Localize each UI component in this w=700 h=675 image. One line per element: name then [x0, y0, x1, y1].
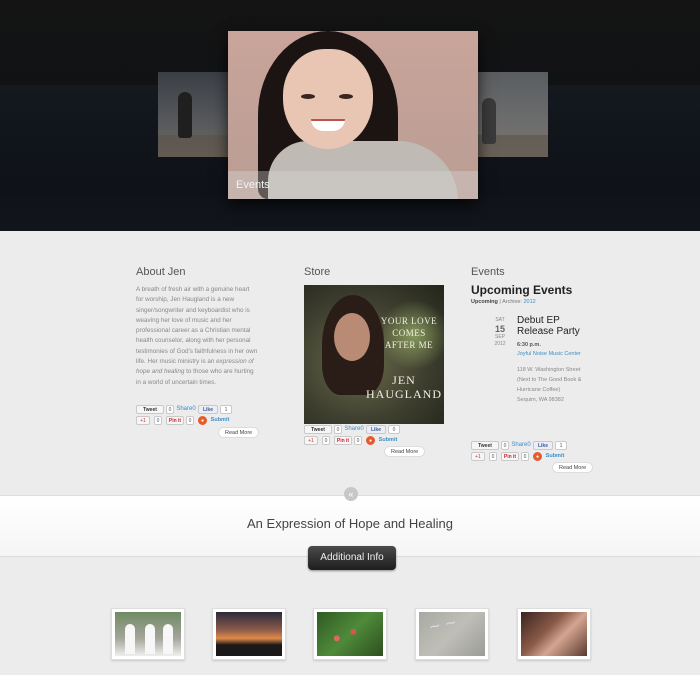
store-read-more-button[interactable]: Read More [384, 446, 426, 457]
slide-caption-bar[interactable]: Events [228, 171, 478, 199]
events-read-more-button[interactable]: Read More [552, 462, 594, 473]
event-time: 6:30 p.m. [517, 342, 541, 348]
tagline: An Expression of Hope and Healing [247, 516, 453, 531]
pinterest-button[interactable]: Pin it [334, 436, 352, 445]
share-button[interactable]: Share0 [176, 405, 196, 414]
tweet-count: 0 [166, 405, 174, 414]
upcoming-filter[interactable]: Upcoming [471, 299, 498, 305]
slider-main-photo[interactable]: Events [228, 31, 478, 199]
about-title: About Jen [136, 266, 186, 278]
hero-slider: Events [0, 0, 700, 231]
person-figure [178, 92, 192, 138]
gplus-count: 0 [154, 416, 162, 425]
event-venue-link[interactable]: Joyful Noise Music Center [517, 351, 581, 357]
share-widgets-store: Tweet 0 Share0 Like 0 +1 0 Pin it 0 ● Su… [304, 425, 426, 447]
gplus-count: 0 [322, 436, 330, 445]
tweet-button[interactable]: Tweet [471, 441, 499, 450]
share-button[interactable]: Share0 [344, 425, 364, 434]
gallery-thumb-flowers[interactable] [313, 608, 387, 660]
tweet-count: 0 [501, 441, 509, 450]
additional-info-button[interactable]: Additional Info [308, 546, 396, 570]
like-count: 1 [220, 405, 232, 414]
collapse-chevron-icon[interactable]: « [344, 487, 358, 501]
pin-count: 0 [186, 416, 194, 425]
pin-count: 0 [521, 452, 529, 461]
gallery-thumb-baby[interactable] [517, 608, 591, 660]
event-date: SAT 15 SEP 2012 [494, 317, 506, 347]
events-title: Events [471, 266, 505, 278]
tweet-count: 0 [334, 425, 342, 434]
about-read-more-button[interactable]: Read More [218, 427, 260, 438]
event-title[interactable]: Debut EP Release Party [517, 315, 597, 337]
slide-caption[interactable]: Events [236, 179, 270, 191]
submit-link[interactable]: Submit [544, 452, 566, 461]
pin-count: 0 [354, 436, 362, 445]
album-cover[interactable]: YOUR LOVE COMES AFTER ME JEN HAUGLAND [304, 285, 444, 424]
gallery-thumb-chalk[interactable]: ~ ~ [415, 608, 489, 660]
stumbleupon-icon[interactable]: ● [366, 436, 375, 445]
share-widgets-about: Tweet 0 Share0 Like 1 +1 0 Pin it 0 ● Su… [136, 405, 258, 427]
slider-prev-photo[interactable] [158, 72, 228, 157]
like-count: 1 [555, 441, 567, 450]
submit-link[interactable]: Submit [209, 416, 231, 425]
person-figure [482, 98, 496, 144]
facebook-like-button[interactable]: Like [198, 405, 218, 414]
event-address: 118 W. Washington Street (Next to The Go… [517, 367, 582, 403]
about-text: A breath of fresh air with a genuine hea… [136, 286, 258, 386]
submit-link[interactable]: Submit [377, 436, 399, 445]
slider-next-photo[interactable] [478, 72, 548, 157]
stumbleupon-icon[interactable]: ● [533, 452, 542, 461]
google-plus-button[interactable]: +1 [136, 416, 150, 425]
share-widgets-events: Tweet 0 Share0 Like 1 +1 0 Pin it 0 ● Su… [471, 441, 593, 463]
tweet-button[interactable]: Tweet [136, 405, 164, 414]
pinterest-button[interactable]: Pin it [166, 416, 184, 425]
upcoming-events-heading: Upcoming Events [471, 283, 573, 297]
google-plus-button[interactable]: +1 [304, 436, 318, 445]
facebook-like-button[interactable]: Like [533, 441, 553, 450]
stumbleupon-icon[interactable]: ● [198, 416, 207, 425]
like-count: 0 [388, 425, 400, 434]
album-artist: JEN HAUGLAND [366, 373, 442, 401]
gallery-thumb-sunset[interactable] [212, 608, 286, 660]
facebook-like-button[interactable]: Like [366, 425, 386, 434]
chalk-drawing: ~ ~ [427, 614, 459, 636]
tweet-button[interactable]: Tweet [304, 425, 332, 434]
album-title: YOUR LOVE COMES AFTER ME [380, 316, 438, 350]
events-filter: Upcoming | Archive: 2012 [471, 299, 536, 305]
gallery-thumb-family[interactable] [111, 608, 185, 660]
gplus-count: 0 [489, 452, 497, 461]
google-plus-button[interactable]: +1 [471, 452, 485, 461]
share-button[interactable]: Share0 [511, 441, 531, 450]
store-title: Store [304, 266, 331, 278]
archive-2012-link[interactable]: 2012 [523, 299, 535, 305]
pinterest-button[interactable]: Pin it [501, 452, 519, 461]
portrait-face [283, 49, 373, 149]
